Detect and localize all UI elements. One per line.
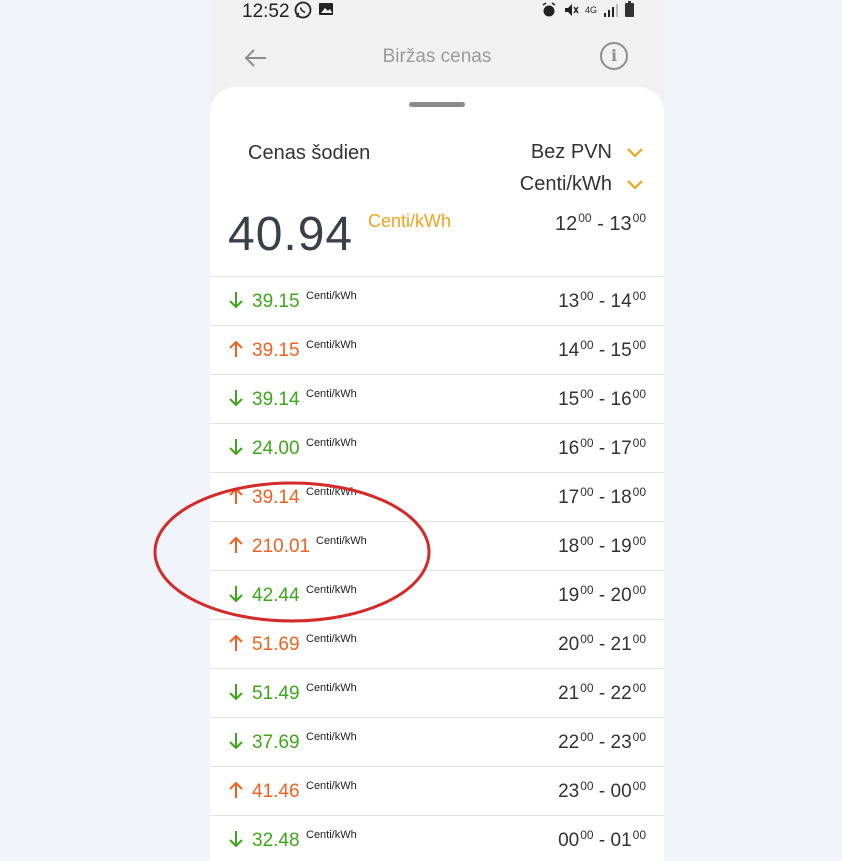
current-time-range: 1200 - 1300 (555, 211, 646, 235)
price-row[interactable]: 51.69 Centi/kWh 2000 - 2100 (210, 619, 664, 668)
row-unit: Centi/kWh (306, 829, 357, 841)
price-row[interactable]: 39.15 Centi/kWh 1300 - 1400 (210, 276, 664, 325)
whatsapp-icon (294, 1, 312, 19)
current-price-unit: Centi/kWh (368, 211, 452, 231)
drag-handle[interactable] (409, 102, 465, 107)
row-time-range: 0000 - 0100 (558, 828, 646, 851)
price-row[interactable]: 210.01 Centi/kWh 1800 - 1900 (210, 521, 664, 570)
row-unit: Centi/kWh (306, 633, 357, 645)
row-time-range: 2100 - 2200 (558, 681, 646, 704)
status-time: 12:52 (242, 1, 290, 22)
row-time-range: 1400 - 1500 (558, 338, 646, 361)
signal-icon (604, 4, 618, 17)
row-unit: Centi/kWh (306, 290, 357, 302)
row-time-range: 1900 - 2000 (558, 583, 646, 606)
arrow-down-icon (229, 586, 243, 603)
price-row[interactable]: 39.15 Centi/kWh 1400 - 1500 (210, 325, 664, 374)
info-icon[interactable]: i (600, 42, 628, 70)
arrow-up-icon (229, 634, 243, 651)
hourly-price-list: 39.15 Centi/kWh 1300 - 1400 39.15 Centi/kWh 1… (210, 276, 664, 861)
row-price: 39.14 (252, 389, 300, 410)
price-row[interactable]: 32.48 Centi/kWh 0000 - 0100 (210, 815, 664, 861)
arrow-up-icon (229, 340, 243, 357)
price-row[interactable]: 42.44 Centi/kWh 1900 - 2000 (210, 570, 664, 619)
network-label: 4G (584, 4, 597, 15)
price-row[interactable]: 37.69 Centi/kWh 2200 - 2300 (210, 717, 664, 766)
row-price: 41.46 (252, 781, 300, 802)
row-time-range: 1600 - 1700 (558, 436, 646, 459)
arrow-down-icon (229, 439, 243, 456)
row-time-range: 2000 - 2100 (558, 632, 646, 655)
chevron-down-icon (627, 147, 643, 158)
price-row[interactable]: 39.14 Centi/kWh 1700 - 1800 (210, 472, 664, 521)
row-price: 210.01 (252, 536, 311, 557)
gallery-icon (319, 3, 333, 15)
row-time-range: 2300 - 0000 (558, 779, 646, 802)
alarm-icon (542, 2, 556, 17)
phone-screen: 12:52 4G Biržas cenas i Cenas šodien Bez… (210, 0, 664, 861)
row-unit: Centi/kWh (306, 682, 357, 694)
current-price: 40.94 (228, 208, 354, 261)
row-price: 39.14 (252, 487, 300, 508)
vat-dropdown-value: Bez PVN (530, 141, 612, 163)
row-time-range: 1800 - 1900 (558, 534, 646, 557)
row-unit: Centi/kWh (306, 486, 357, 498)
battery-icon (625, 1, 634, 17)
today-label: Cenas šodien (248, 142, 371, 164)
arrow-down-icon (229, 684, 243, 701)
row-price: 39.15 (252, 340, 300, 361)
arrow-down-icon (229, 831, 243, 848)
arrow-down-icon (229, 733, 243, 750)
row-unit: Centi/kWh (306, 780, 357, 792)
arrow-up-icon (229, 487, 243, 504)
row-price: 51.49 (252, 683, 300, 704)
arrow-down-icon (229, 390, 243, 407)
arrow-down-icon (229, 292, 243, 309)
row-time-range: 1700 - 1800 (558, 485, 646, 508)
row-price: 24.00 (252, 438, 300, 459)
unit-dropdown[interactable]: Centi/kWh (520, 173, 644, 196)
row-time-range: 1500 - 1600 (558, 387, 646, 410)
app-bar: Biržas cenas i (210, 28, 664, 86)
row-time-range: 2200 - 2300 (558, 730, 646, 753)
row-price: 42.44 (252, 585, 300, 606)
price-row[interactable]: 24.00 Centi/kWh 1600 - 1700 (210, 423, 664, 472)
price-row[interactable]: 41.46 Centi/kWh 2300 - 0000 (210, 766, 664, 815)
row-price: 51.69 (252, 634, 300, 655)
price-row[interactable]: 51.49 Centi/kWh 2100 - 2200 (210, 668, 664, 717)
chevron-down-icon (627, 179, 643, 190)
row-time-range: 1300 - 1400 (558, 289, 646, 312)
row-unit: Centi/kWh (306, 339, 357, 351)
row-price: 37.69 (252, 732, 300, 753)
page-title: Biržas cenas (382, 46, 492, 67)
status-bar: 12:52 4G (210, 0, 664, 24)
row-unit: Centi/kWh (306, 584, 357, 596)
row-unit: Centi/kWh (306, 388, 357, 400)
row-unit: Centi/kWh (306, 731, 357, 743)
unit-dropdown-value: Centi/kWh (519, 173, 612, 195)
row-price: 39.15 (252, 291, 300, 312)
arrow-up-icon (229, 781, 243, 798)
mute-icon (564, 4, 579, 16)
vat-dropdown[interactable]: Bez PVN (531, 141, 644, 164)
arrow-up-icon (229, 536, 243, 553)
price-row[interactable]: 39.14 Centi/kWh 1500 - 1600 (210, 374, 664, 423)
row-unit: Centi/kWh (316, 535, 367, 547)
row-unit: Centi/kWh (306, 437, 357, 449)
prices-sheet: Cenas šodien Bez PVN Centi/kWh 40.94 Cen… (210, 87, 664, 861)
row-price: 32.48 (252, 830, 300, 851)
